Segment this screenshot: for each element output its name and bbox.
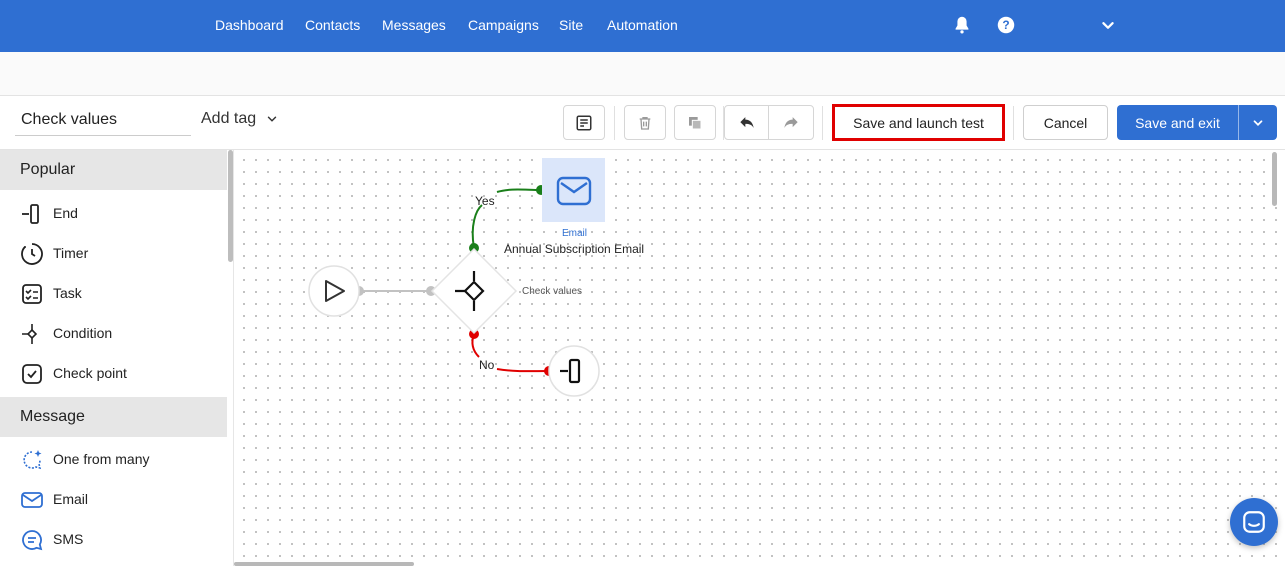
email-node[interactable] — [542, 158, 605, 222]
end-node[interactable] — [548, 345, 600, 397]
yes-branch-label: Yes — [475, 194, 495, 208]
condition-node-label: Check values — [522, 286, 583, 297]
email-node-type-label: Email — [562, 228, 588, 239]
chat-widget-button[interactable] — [1230, 498, 1278, 546]
start-node[interactable] — [308, 265, 360, 317]
condition-node[interactable] — [430, 247, 518, 335]
edge-start-to-condition — [354, 286, 436, 296]
canvas-horizontal-scrollbar[interactable] — [234, 562, 414, 566]
no-branch-label: No — [479, 358, 495, 372]
chat-icon — [1243, 511, 1265, 533]
canvas-vertical-scrollbar[interactable] — [1272, 152, 1277, 206]
email-node-title: Annual Subscription Email — [504, 242, 645, 256]
workflow-graph — [308, 158, 605, 397]
